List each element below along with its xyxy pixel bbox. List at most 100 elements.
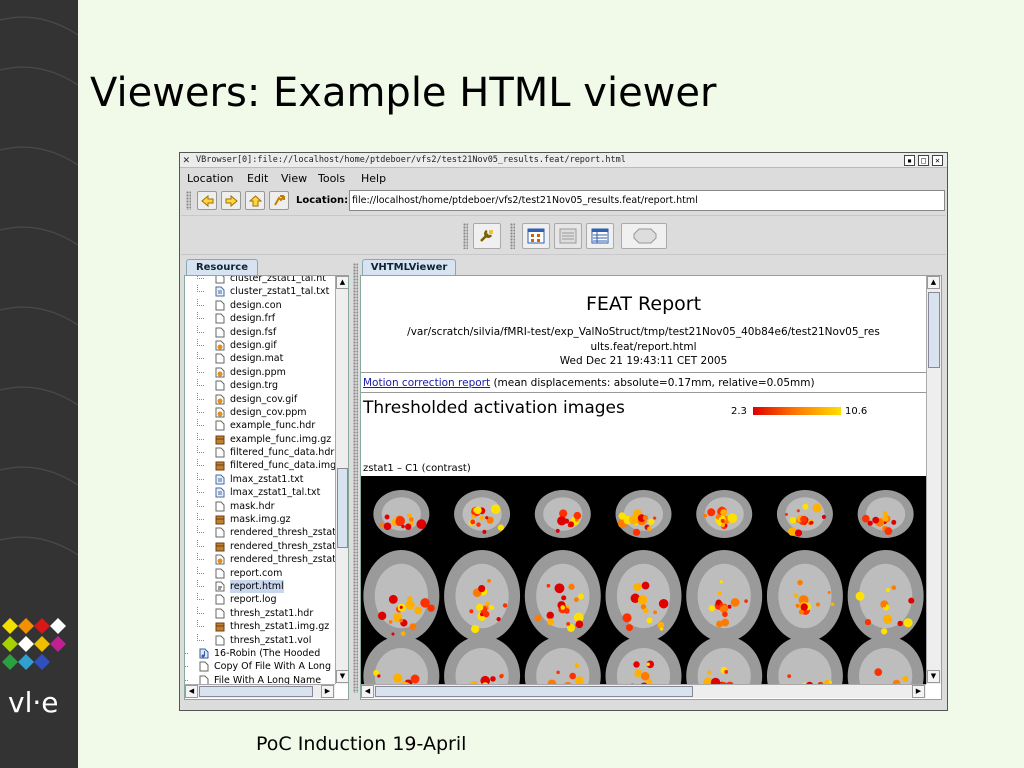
file-icon (215, 313, 225, 324)
tree-item[interactable]: thresh_zstat1.vol (185, 633, 335, 647)
scroll-thumb[interactable] (928, 292, 940, 368)
tree-item[interactable]: design.con (185, 298, 335, 312)
tree-item[interactable]: design.fsf (185, 325, 335, 339)
tab-vhtmlviewer[interactable]: VHTMLViewer (362, 259, 456, 275)
tree-item[interactable]: filtered_func_data.hdr (185, 446, 335, 459)
back-button[interactable] (197, 191, 217, 210)
tab-resource[interactable]: Resource (186, 259, 258, 275)
tree-item[interactable]: report.log (185, 593, 335, 606)
menu-edit[interactable]: Edit (247, 172, 268, 185)
tree-vertical-scrollbar[interactable]: ▲ ▼ (335, 276, 348, 684)
tree-horizontal-scrollbar[interactable]: ◀ ▶ (185, 684, 335, 698)
file-icon (199, 661, 209, 672)
tree-item[interactable]: lmax_zstat1.txt (185, 472, 335, 486)
list-view-button[interactable] (554, 223, 582, 249)
tree-item[interactable]: thresh_zstat1.hdr (185, 606, 335, 620)
tree-item[interactable]: cluster_zstat1_tal.txt (185, 285, 335, 298)
file-icon (215, 501, 225, 512)
up-button[interactable] (245, 191, 265, 210)
viewer-horizontal-scrollbar[interactable]: ◀ ▶ (361, 684, 926, 698)
icons-view-icon (527, 228, 545, 244)
tree-item[interactable]: mask.hdr (185, 499, 335, 513)
brain-activation-image (361, 476, 926, 684)
tree-item-label: design.mat (230, 353, 284, 365)
scroll-thumb[interactable] (337, 468, 348, 548)
scroll-down-button[interactable]: ▼ (927, 670, 940, 683)
refresh-button[interactable] (269, 191, 289, 210)
tree-item[interactable]: design.mat (185, 352, 335, 365)
tree-item-label: rendered_thresh_zstat (230, 527, 335, 539)
motion-correction-link[interactable]: Motion correction report (363, 377, 490, 389)
close-button[interactable]: ✕ (932, 155, 943, 166)
report-date: Wed Dec 21 19:43:11 CET 2005 (559, 355, 728, 367)
scroll-left-button[interactable]: ◀ (185, 685, 198, 698)
tree-item[interactable]: Copy Of File With A Long (185, 660, 335, 673)
image-file-icon (215, 340, 225, 351)
tree-item[interactable]: rendered_thresh_zstat (185, 526, 335, 539)
tree-item-label: design_cov.ppm (230, 406, 307, 418)
tree-connector (197, 579, 204, 587)
scroll-right-button[interactable]: ▶ (321, 685, 334, 698)
tree-item[interactable]: 16-Robin (The Hooded (185, 647, 335, 660)
tree-item[interactable]: thresh_zstat1.img.gz (185, 620, 335, 633)
scroll-thumb[interactable] (375, 686, 693, 697)
archive-file-icon (215, 541, 225, 552)
tree-item[interactable]: mask.img.gz (185, 513, 335, 526)
scroll-up-button[interactable]: ▲ (336, 276, 348, 289)
tree-item-label: thresh_zstat1.img.gz (230, 621, 330, 633)
menu-location[interactable]: Location (187, 172, 234, 185)
text-file-icon (215, 286, 225, 297)
scroll-down-button[interactable]: ▼ (336, 670, 348, 683)
icons-view-button[interactable] (522, 223, 550, 249)
tree-item[interactable]: rendered_thresh_zstat (185, 553, 335, 566)
tree-item[interactable]: example_func.hdr (185, 419, 335, 432)
properties-button[interactable] (473, 223, 501, 249)
colorbar-min: 2.3 (731, 406, 747, 417)
toolbar-grip[interactable] (186, 191, 191, 210)
tree-item[interactable]: design.frf (185, 312, 335, 325)
scroll-up-button[interactable]: ▲ (927, 276, 940, 289)
file-icon (215, 353, 225, 364)
toolbar-grip[interactable] (510, 223, 515, 249)
forward-button[interactable] (221, 191, 241, 210)
table-view-button[interactable] (586, 223, 614, 249)
tree-item[interactable]: rendered_thresh_zstat (185, 539, 335, 553)
tree-connector (197, 405, 204, 413)
file-icon (215, 568, 225, 579)
archive-file-icon (215, 460, 225, 471)
scroll-thumb[interactable] (199, 686, 313, 697)
refresh-icon (274, 195, 285, 206)
tree-item[interactable]: filtered_func_data.img (185, 459, 335, 472)
menu-view[interactable]: View (281, 172, 307, 185)
stop-button[interactable] (621, 223, 667, 249)
archive-file-icon (215, 621, 225, 632)
tree-item[interactable]: cluster_zstat1_tal.ht (185, 276, 335, 285)
toolbar-grip[interactable] (463, 223, 468, 249)
menu-help[interactable]: Help (361, 172, 386, 185)
brain-slice (605, 636, 682, 684)
viewer-vertical-scrollbar[interactable]: ▲ ▼ (926, 276, 941, 684)
tree-connector (197, 432, 204, 440)
tree-item[interactable]: design.gif (185, 338, 335, 352)
slide-title: Viewers: Example HTML viewer (90, 70, 717, 116)
tree-item[interactable]: design_cov.gif (185, 392, 335, 406)
scroll-right-button[interactable]: ▶ (912, 685, 925, 698)
tree-connector (197, 459, 204, 467)
tree-item[interactable]: design.ppm (185, 365, 335, 379)
menu-tools[interactable]: Tools (318, 172, 345, 185)
tree-item[interactable]: design.trg (185, 379, 335, 392)
tree-item[interactable]: report.com (185, 566, 335, 580)
minimize-button[interactable]: ▪ (904, 155, 915, 166)
tree-item[interactable]: lmax_zstat1_tal.txt (185, 486, 335, 499)
tree-item-label: thresh_zstat1.vol (230, 634, 312, 646)
divider (361, 392, 926, 393)
maximize-button[interactable]: □ (918, 155, 929, 166)
tree-item[interactable]: report.html (185, 579, 335, 593)
resource-panel: Resource cluster_zstat1_tal.ht cluster_zs… (184, 259, 353, 700)
tree-connector (197, 352, 204, 360)
tree-item[interactable]: example_func.img.gz (185, 432, 335, 446)
tree-item[interactable]: design_cov.ppm (185, 405, 335, 419)
scroll-left-button[interactable]: ◀ (361, 685, 374, 698)
split-pane-divider[interactable] (353, 263, 358, 693)
location-input[interactable]: file://localhost/home/ptdeboer/vfs2/test… (349, 190, 945, 211)
